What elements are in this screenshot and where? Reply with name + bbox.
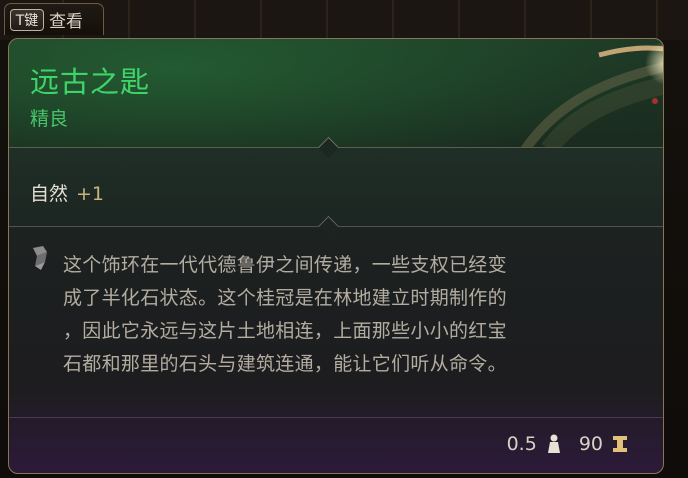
item-price: 90: [578, 433, 603, 455]
item-footer: 0.5 90: [507, 433, 629, 455]
game-screen: T键 查看 远古之匙 精良 自然 +1 这个饰环在一代代德鲁伊之间传递，一些支权…: [0, 0, 688, 478]
divider: [9, 417, 663, 418]
stat-name: 自然: [30, 183, 69, 205]
description-line: 成了半化石状态。这个桂冠是在林地建立时期制作的: [63, 287, 507, 309]
stat-bonus: 自然 +1: [30, 179, 104, 206]
item-description: 这个饰环在一代代德鲁伊之间传递，一些支权已经变 成了半化石状态。这个桂冠是在林地…: [63, 249, 643, 381]
item-name: 远古之匙: [30, 65, 151, 99]
item-tooltip: 远古之匙 精良 自然 +1 这个饰环在一代代德鲁伊之间传递，一些支权已经变 成了半…: [8, 38, 664, 474]
inspect-label: 查看: [49, 12, 83, 32]
weight-icon: [547, 434, 560, 453]
quill-icon: [33, 246, 47, 270]
item-rarity: 精良: [30, 108, 69, 130]
item-weight: 0.5: [506, 433, 537, 455]
description-line: 石都和那里的石头与建筑连通，能让它们听从命令。: [63, 353, 507, 375]
description-line: 这个饰环在一代代德鲁伊之间传递，一些支权已经变: [63, 254, 507, 276]
stat-value: +1: [76, 183, 105, 205]
stat-section: [9, 148, 663, 226]
description-line: ，因此它永远与这片土地相连，上面那些小小的红宝: [63, 320, 507, 342]
inspect-tab[interactable]: T键 查看: [4, 3, 104, 35]
t-key-hint: T键: [10, 8, 44, 31]
coin-icon: [613, 436, 627, 452]
